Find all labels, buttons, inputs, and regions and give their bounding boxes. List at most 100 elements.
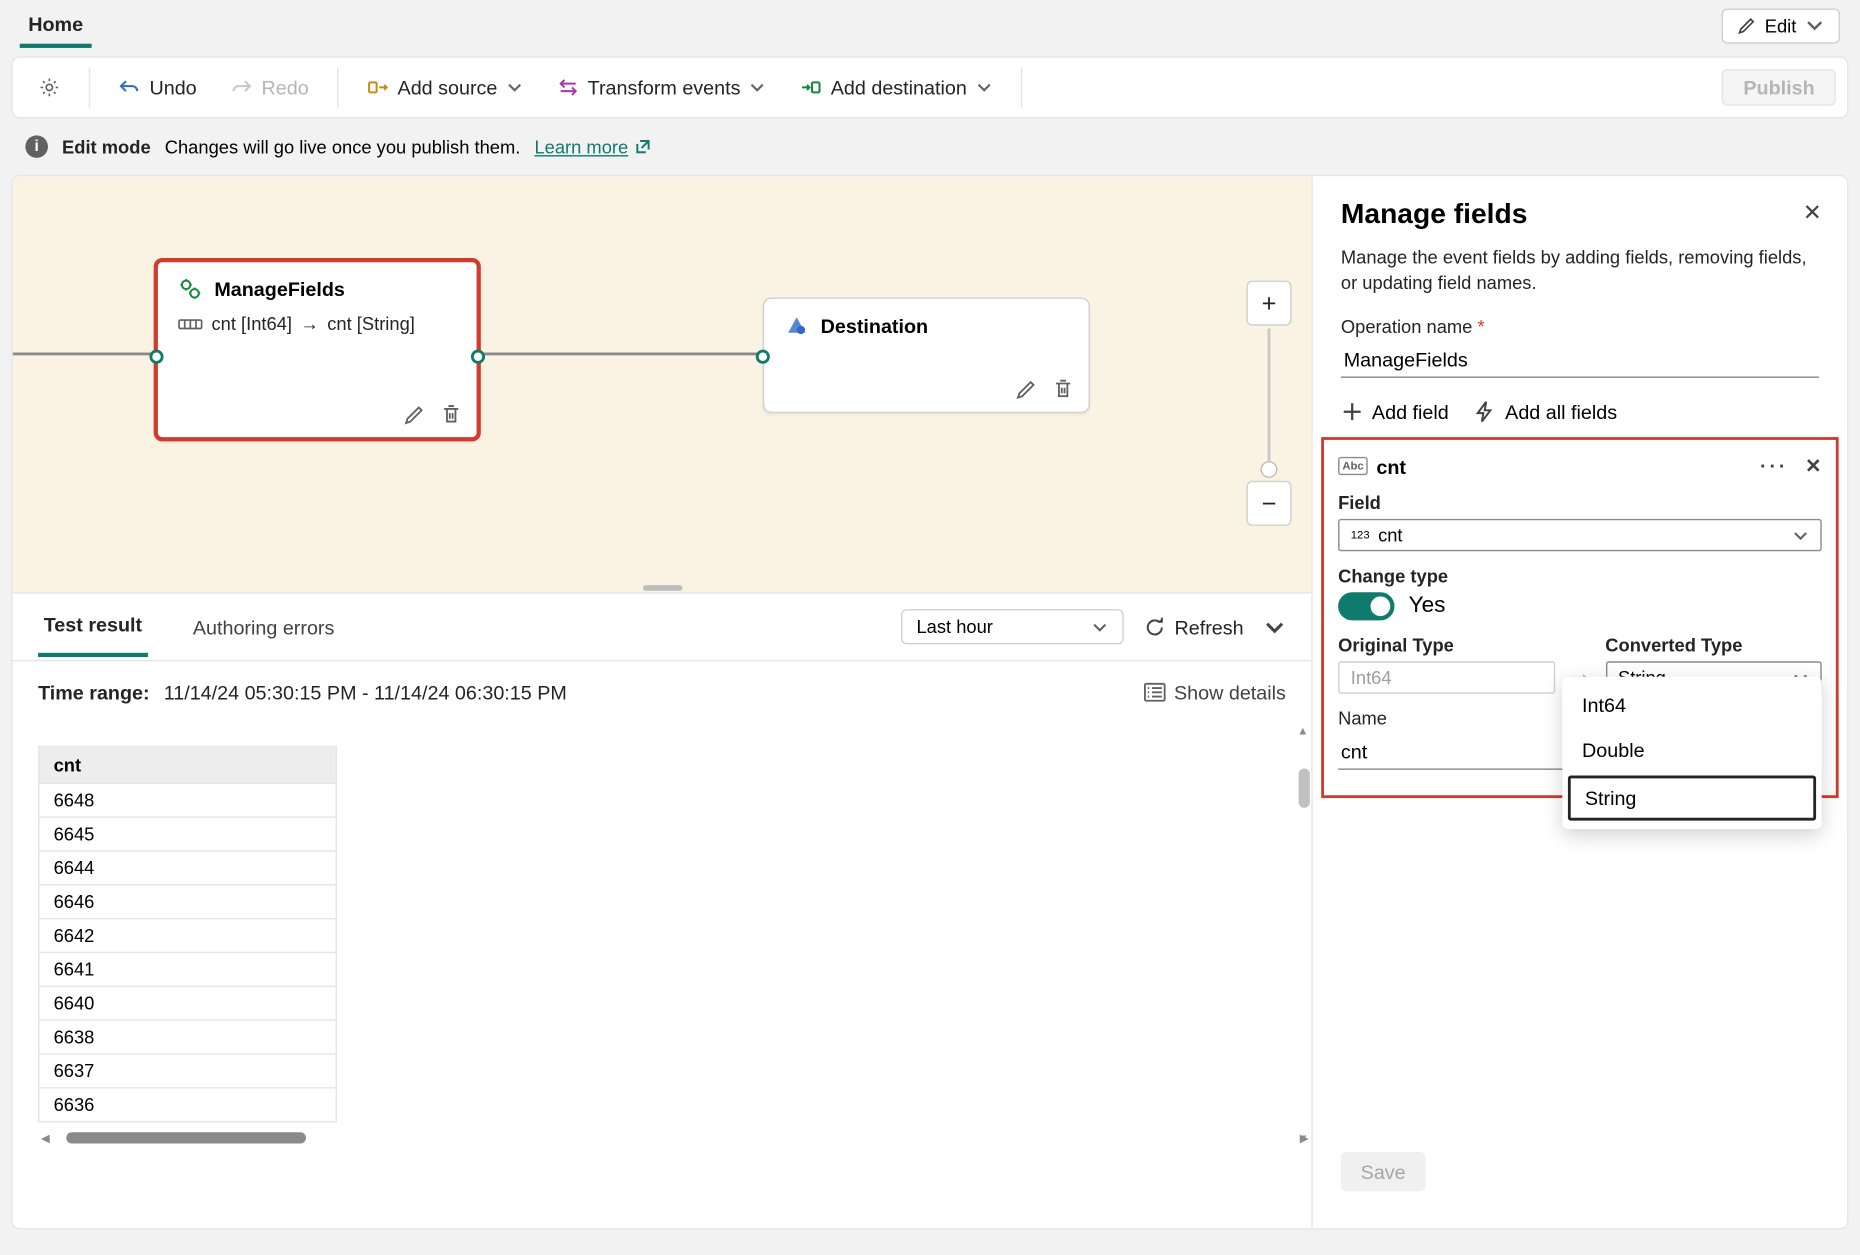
- node-destination[interactable]: Destination: [763, 298, 1090, 414]
- publish-button[interactable]: Publish: [1722, 69, 1836, 106]
- source-icon: [367, 76, 390, 99]
- table-row[interactable]: 6645: [39, 817, 337, 851]
- scroll-right-icon[interactable]: ▶: [1297, 1132, 1311, 1145]
- add-all-fields-button[interactable]: Add all fields: [1474, 401, 1617, 424]
- flow-canvas[interactable]: ManageFields cnt [Int64] → cnt [String]: [13, 176, 1312, 592]
- input-port[interactable]: [756, 350, 770, 364]
- table-row[interactable]: 6642: [39, 919, 337, 953]
- manage-fields-icon: [178, 276, 203, 301]
- edge: [481, 353, 763, 356]
- change-type-toggle[interactable]: [1338, 593, 1394, 621]
- converted-type-dropdown: Int64DoubleString: [1562, 677, 1821, 829]
- node-manage-fields[interactable]: ManageFields cnt [Int64] → cnt [String]: [154, 258, 481, 441]
- edit-node-icon[interactable]: [1015, 378, 1038, 401]
- add-destination-button[interactable]: Add destination: [786, 71, 1007, 105]
- chevron-down-icon: [1805, 16, 1825, 36]
- manage-fields-panel: ✕ Manage fields Manage the event fields …: [1311, 176, 1847, 1228]
- undo-button[interactable]: Undo: [104, 71, 210, 105]
- panel-description: Manage the event fields by adding fields…: [1313, 245, 1847, 316]
- scroll-up-icon[interactable]: ▲: [1297, 725, 1308, 738]
- horizontal-scrollbar[interactable]: ◀ ▶: [38, 1129, 1311, 1146]
- show-details-label: Show details: [1174, 681, 1286, 704]
- refresh-button[interactable]: Refresh: [1143, 615, 1243, 638]
- table-cell: 6648: [39, 783, 337, 817]
- info-bar: i Edit mode Changes will go live once yo…: [11, 127, 1848, 166]
- toggle-state-label: Yes: [1409, 594, 1446, 619]
- scroll-thumb[interactable]: [66, 1132, 306, 1143]
- chevron-down-icon[interactable]: [1263, 615, 1286, 638]
- dropdown-option[interactable]: Double: [1562, 728, 1821, 773]
- table-cell: 6637: [39, 1054, 337, 1088]
- close-card-icon[interactable]: ✕: [1805, 455, 1822, 479]
- delete-node-icon[interactable]: [1052, 378, 1075, 401]
- tab-test-result[interactable]: Test result: [38, 596, 148, 657]
- tab-home[interactable]: Home: [20, 4, 92, 48]
- undo-label: Undo: [149, 76, 196, 99]
- table-row[interactable]: 6646: [39, 885, 337, 919]
- edit-label: Edit: [1765, 15, 1797, 36]
- field-select[interactable]: 123 cnt: [1338, 519, 1822, 551]
- operation-name-input[interactable]: [1341, 343, 1819, 378]
- show-details-button[interactable]: Show details: [1143, 681, 1286, 704]
- add-field-button[interactable]: Add field: [1341, 401, 1449, 424]
- save-button[interactable]: Save: [1341, 1152, 1425, 1191]
- col-header[interactable]: cnt: [39, 747, 337, 784]
- table-row[interactable]: 6648: [39, 783, 337, 817]
- redo-icon: [230, 76, 253, 99]
- table-cell: 6640: [39, 986, 337, 1020]
- lightning-icon: [1474, 401, 1497, 424]
- transform-button[interactable]: Transform events: [543, 71, 780, 105]
- edit-mode-label: Edit mode: [62, 136, 151, 157]
- zoom-thumb[interactable]: [1261, 461, 1278, 478]
- operation-name-label: Operation name: [1313, 316, 1847, 343]
- zoom-in-button[interactable]: +: [1246, 281, 1291, 326]
- add-source-button[interactable]: Add source: [352, 71, 536, 105]
- field-card: Abc cnt ··· ✕ Field 123 cnt: [1321, 438, 1838, 799]
- zoom-slider[interactable]: [1268, 329, 1271, 478]
- chevron-down-icon: [1792, 527, 1809, 544]
- transform-label: Transform events: [588, 76, 741, 99]
- add-all-label: Add all fields: [1505, 401, 1617, 424]
- tab-authoring-errors[interactable]: Authoring errors: [187, 599, 340, 655]
- time-range-select[interactable]: Last hour: [901, 609, 1124, 644]
- dropdown-option[interactable]: Int64: [1562, 683, 1821, 728]
- scroll-left-icon[interactable]: ◀: [38, 1132, 52, 1145]
- number-type-icon: 123: [1351, 529, 1370, 542]
- destination-icon: [800, 76, 823, 99]
- field-map-icon: [178, 315, 203, 332]
- learn-more-label: Learn more: [534, 136, 628, 157]
- scroll-thumb[interactable]: [1299, 768, 1310, 807]
- table-cell: 6642: [39, 919, 337, 953]
- panel-title: Manage fields: [1313, 199, 1847, 246]
- refresh-icon: [1143, 615, 1166, 638]
- table-row[interactable]: 6638: [39, 1020, 337, 1054]
- close-panel-icon[interactable]: ✕: [1803, 199, 1822, 227]
- destination-node-icon: [784, 313, 809, 338]
- vertical-scrollbar[interactable]: ▲ ▼: [1297, 723, 1311, 1146]
- table-row[interactable]: 6637: [39, 1054, 337, 1088]
- zoom-controls: + −: [1246, 281, 1291, 526]
- delete-node-icon[interactable]: [440, 403, 463, 426]
- output-port[interactable]: [471, 350, 485, 364]
- pencil-icon: [1737, 16, 1757, 36]
- node-title: Destination: [821, 314, 928, 337]
- dropdown-option[interactable]: String: [1568, 776, 1816, 821]
- abc-type-icon: Abc: [1338, 457, 1368, 475]
- input-port[interactable]: [149, 350, 163, 364]
- more-icon[interactable]: ···: [1760, 455, 1788, 479]
- table-row[interactable]: 6644: [39, 851, 337, 885]
- redo-button[interactable]: Redo: [216, 71, 322, 105]
- learn-more-link[interactable]: Learn more: [534, 136, 650, 157]
- toolbar: Undo Redo Add source Transform events Ad…: [11, 56, 1848, 118]
- zoom-out-button[interactable]: −: [1246, 481, 1291, 526]
- edit-node-icon[interactable]: [403, 403, 426, 426]
- settings-button[interactable]: [24, 71, 75, 105]
- table-row[interactable]: 6641: [39, 952, 337, 986]
- edit-button[interactable]: Edit: [1721, 8, 1840, 43]
- table-cell: 6638: [39, 1020, 337, 1054]
- table-row[interactable]: 6640: [39, 986, 337, 1020]
- external-link-icon: [634, 138, 651, 155]
- table-row[interactable]: 6636: [39, 1088, 337, 1122]
- field-card-name: cnt: [1376, 455, 1406, 478]
- redo-label: Redo: [262, 76, 309, 99]
